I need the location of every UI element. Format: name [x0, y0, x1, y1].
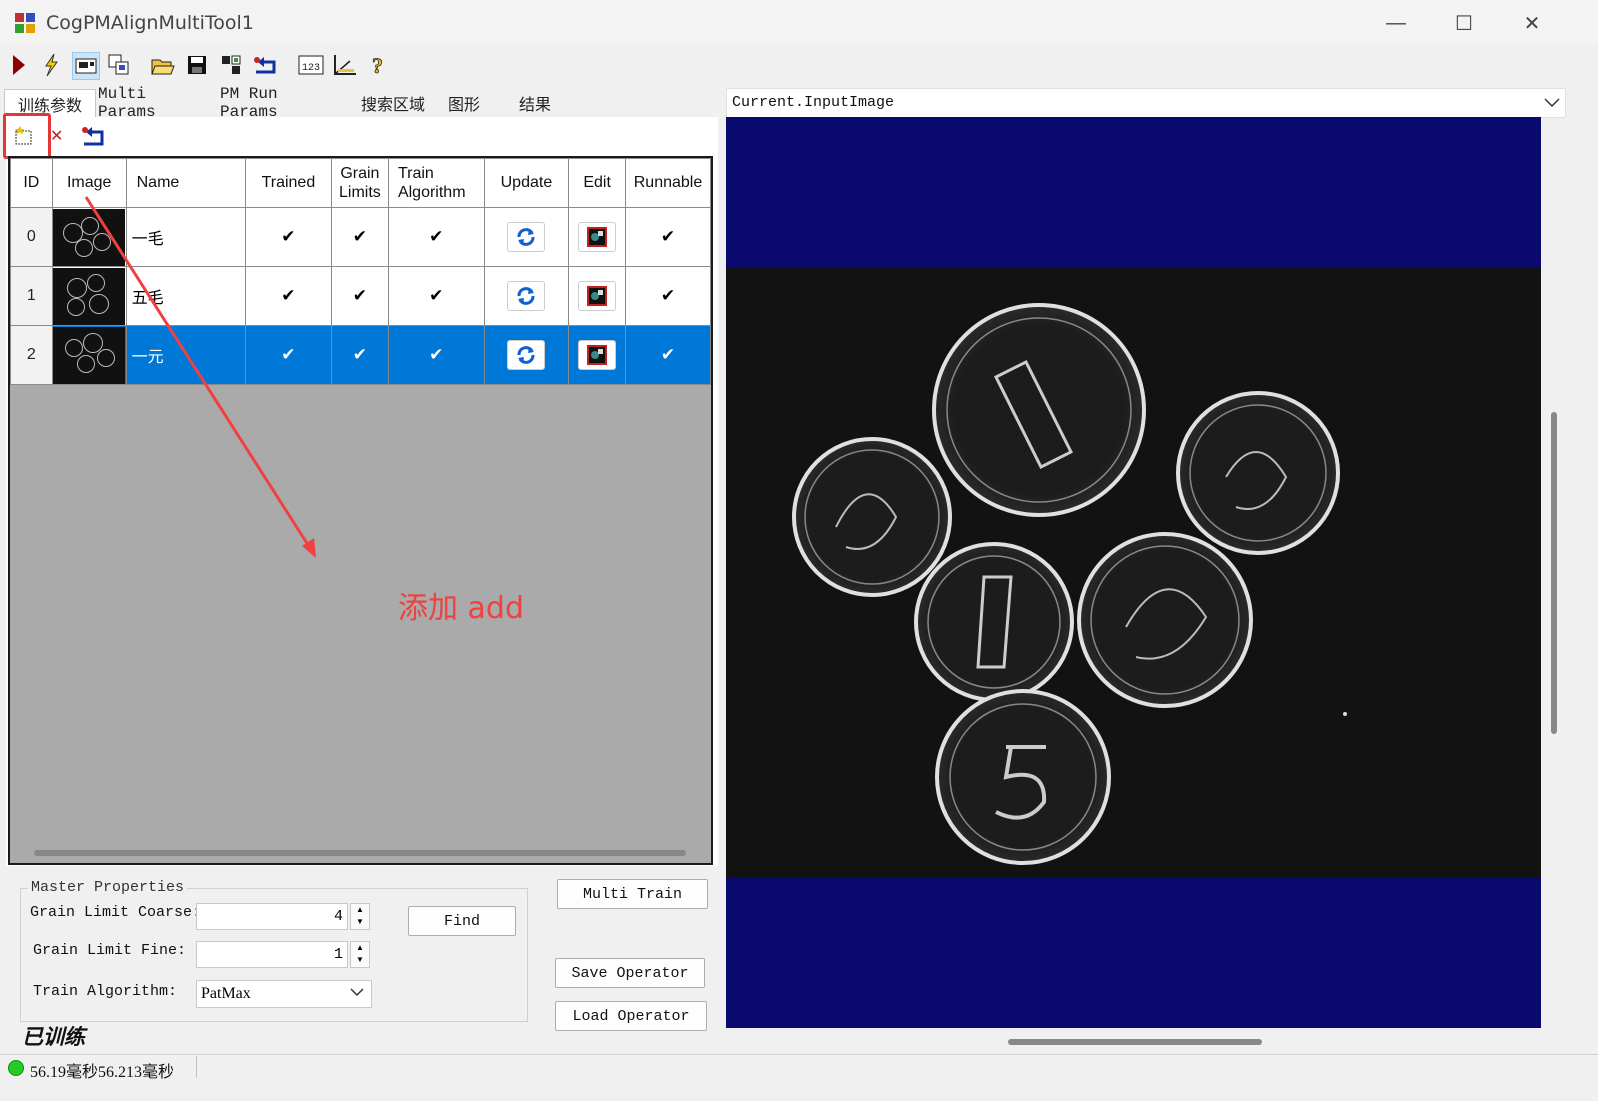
status-ok-icon [8, 1060, 24, 1076]
image-selector[interactable]: Current.InputImage [726, 88, 1566, 118]
master-properties-legend: Master Properties [28, 879, 188, 896]
grain-fine-stepper[interactable]: ▲ ▼ [350, 941, 370, 968]
train-algorithm-label: Train Algorithm: [33, 983, 178, 1000]
image-selector-value: Current.InputImage [732, 94, 895, 111]
train-algorithm-value: PatMax [201, 985, 251, 1002]
grain-coarse-stepper[interactable]: ▲ ▼ [350, 903, 370, 930]
chevron-down-icon [349, 984, 365, 1005]
grain-coarse-label: Grain Limit Coarse: [30, 904, 202, 921]
annotation-label: 添加 add [398, 591, 525, 626]
find-button[interactable]: Find [408, 906, 516, 936]
grain-fine-value: 1 [333, 946, 343, 963]
status-divider [196, 1056, 197, 1078]
load-operator-button[interactable]: Load Operator [555, 1001, 707, 1031]
multi-train-button[interactable]: Multi Train [557, 879, 708, 909]
grain-fine-input[interactable]: 1 [196, 941, 348, 968]
status-bar [0, 1054, 1598, 1081]
save-operator-button[interactable]: Save Operator [555, 958, 705, 988]
grain-coarse-input[interactable]: 4 [196, 903, 348, 930]
display-vertical-scrollbar[interactable] [1551, 412, 1557, 734]
grain-coarse-value: 4 [333, 908, 343, 925]
chevron-down-icon [1543, 95, 1561, 116]
status-text: 56.19毫秒56.213毫秒 [30, 1064, 175, 1081]
grain-fine-label: Grain Limit Fine: [33, 942, 187, 959]
input-image-coins [726, 267, 1541, 878]
trained-status-label: 已训练 [22, 1025, 85, 1049]
train-algorithm-select[interactable]: PatMax [196, 980, 372, 1008]
display-horizontal-scrollbar[interactable] [1008, 1039, 1262, 1045]
